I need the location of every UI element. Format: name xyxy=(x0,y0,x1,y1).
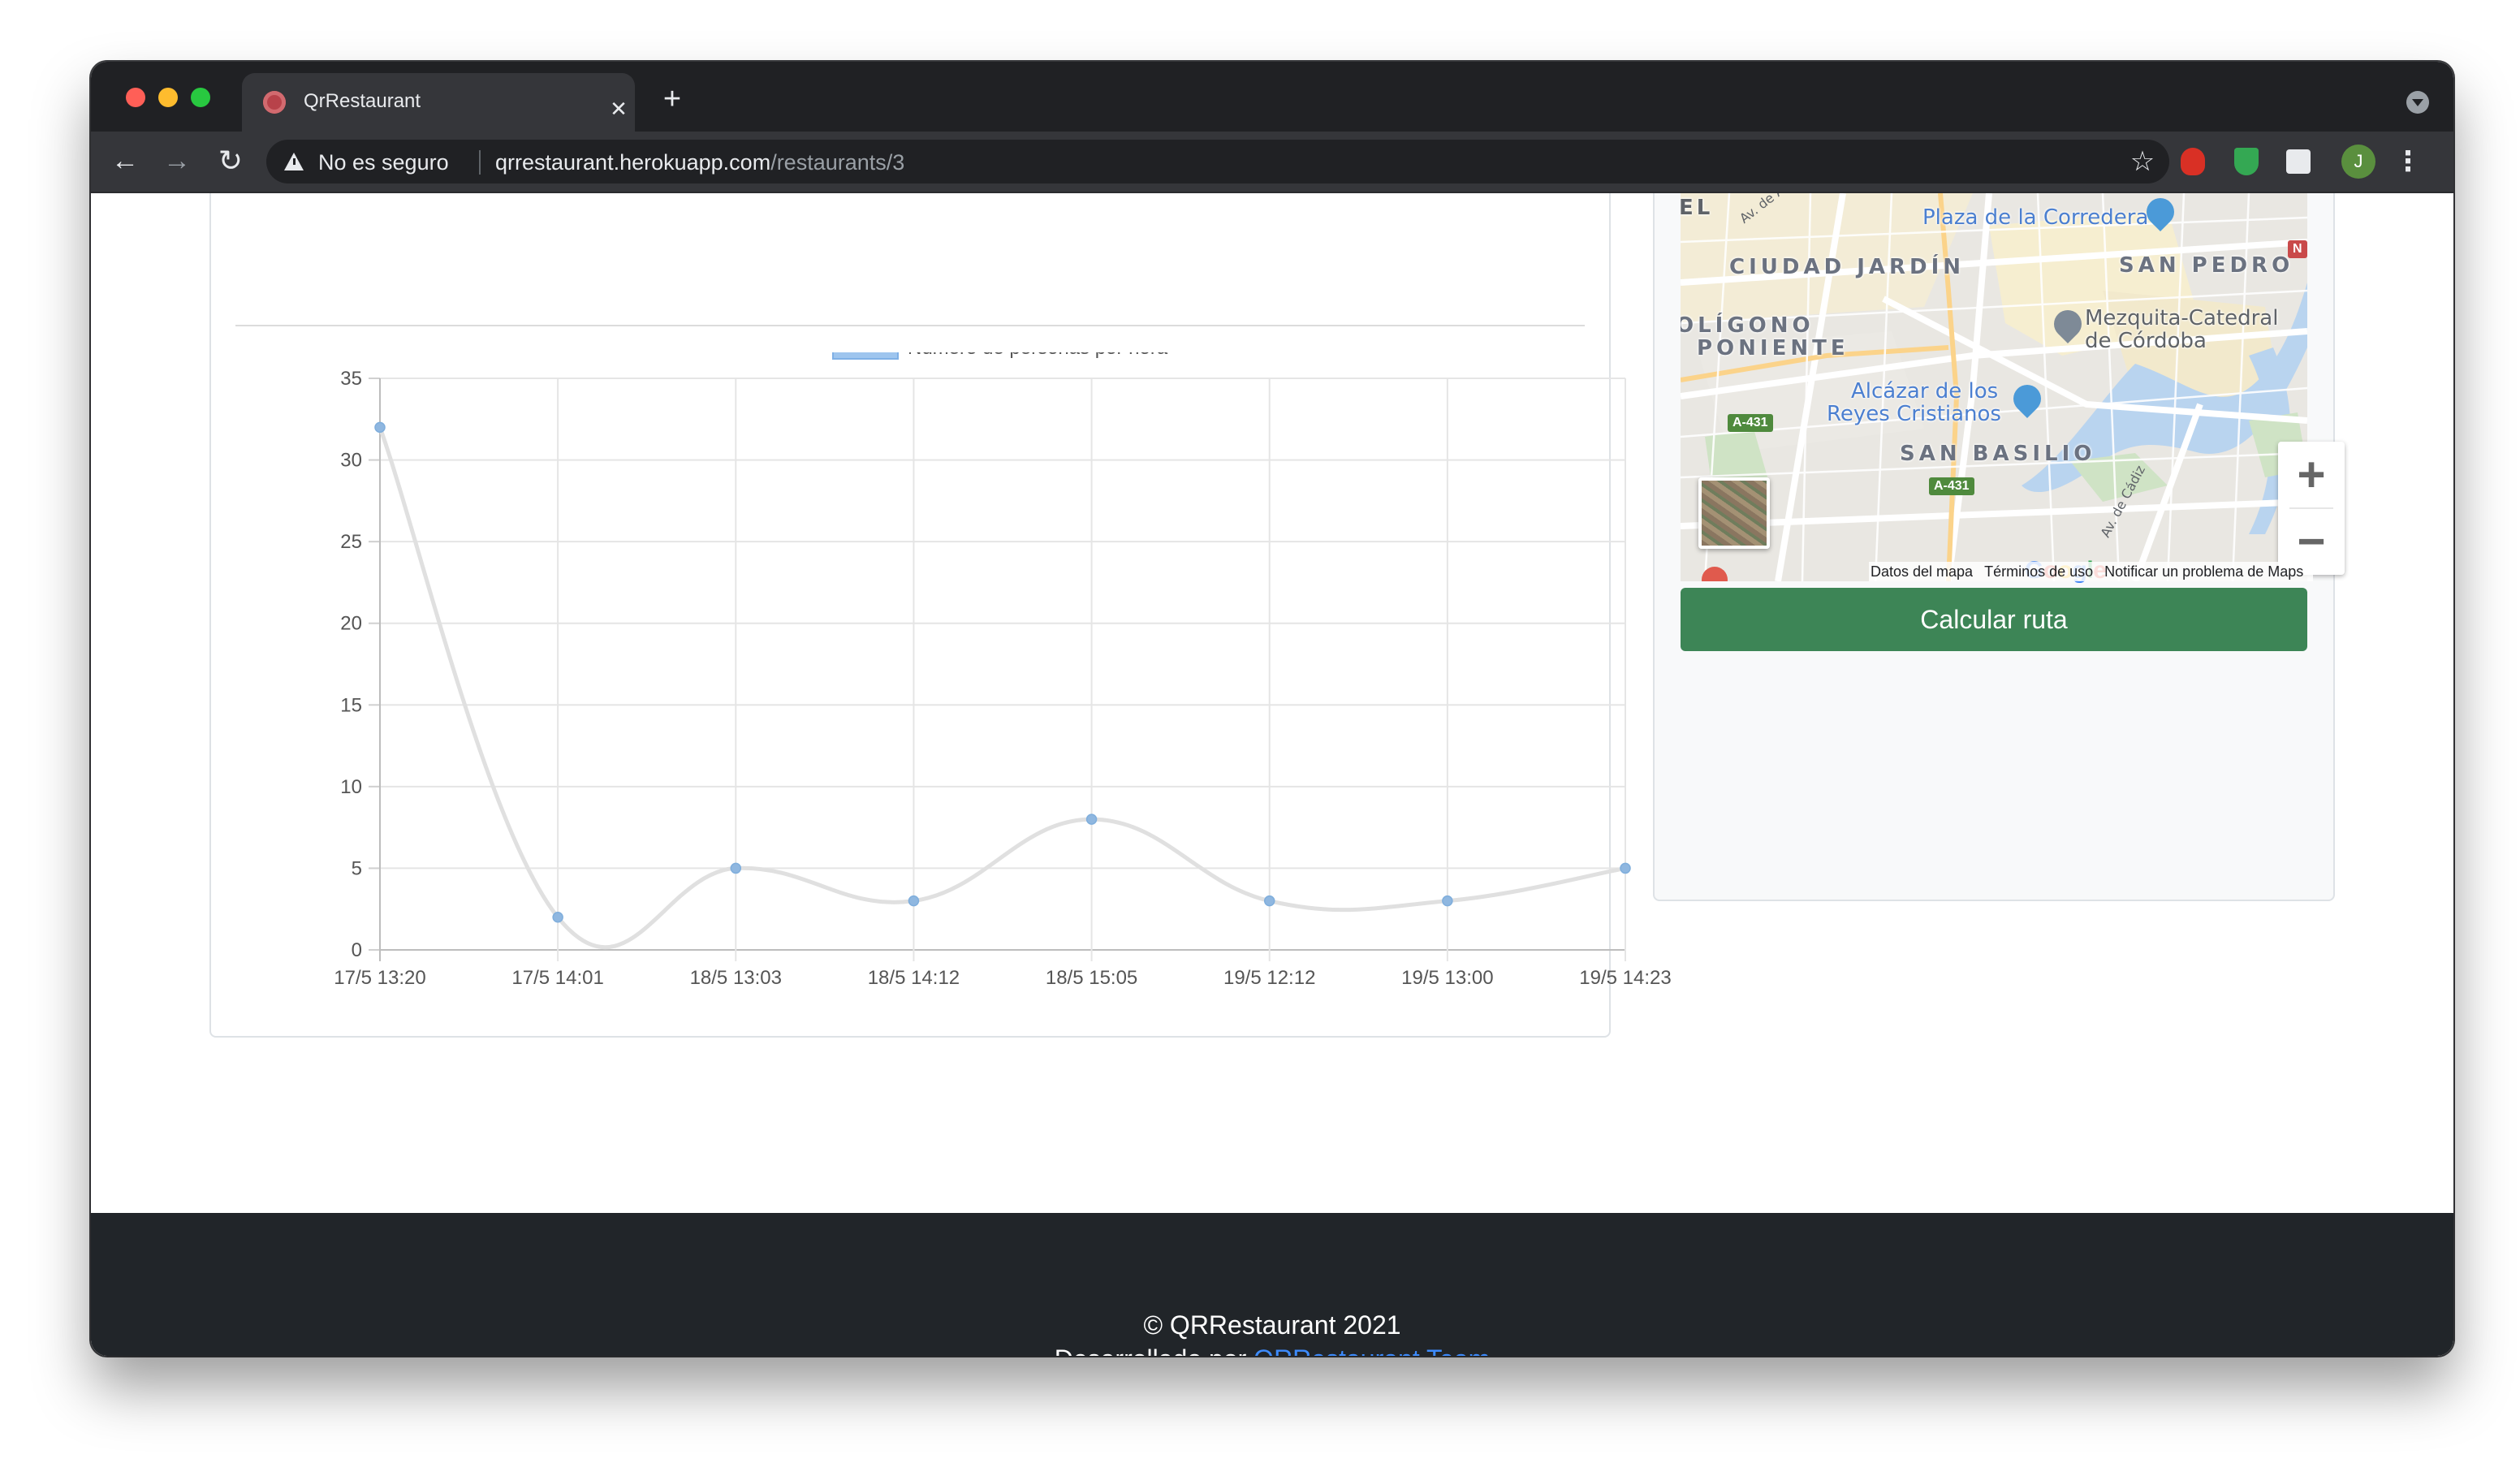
extension-adblock-icon[interactable] xyxy=(2181,148,2205,175)
maximize-window-button[interactable] xyxy=(191,88,210,107)
y-tick-label: 5 xyxy=(352,857,362,879)
x-tick-label: 18/5 14:12 xyxy=(868,967,960,989)
map-label-alcazar-1[interactable]: Alcázar de los xyxy=(1851,380,1998,403)
data-point xyxy=(374,421,386,434)
data-point xyxy=(1620,862,1631,874)
data-point xyxy=(908,895,920,907)
map-badge-n: N xyxy=(2288,240,2307,258)
zoom-in-button[interactable]: + xyxy=(2278,442,2345,508)
x-tick-label: 17/5 14:01 xyxy=(511,967,603,989)
extension-shield-icon[interactable] xyxy=(2234,148,2259,175)
browser-window: QrRestaurant ✕ + ← → ↻ No es seguro qrre… xyxy=(91,62,2453,1356)
people-per-hour-chart: Número de personas por hora 0 5 10 15 20 25 30… xyxy=(334,352,1672,989)
map-label-mezquita-2[interactable]: de Córdoba xyxy=(2085,330,2207,352)
footer-credits: Desarrollado por QRRestaurant Team xyxy=(91,1344,2453,1356)
x-tick-label: 17/5 13:20 xyxy=(334,967,425,989)
satellite-toggle[interactable] xyxy=(1698,477,1770,549)
footer-team-link[interactable]: QRRestaurant Team xyxy=(1254,1344,1490,1356)
legend-swatch xyxy=(832,352,899,360)
map-view[interactable]: EL Av. de A Plaza de la Corredera CIUDAD… xyxy=(1681,193,2307,581)
data-point xyxy=(730,862,742,874)
url-text[interactable]: qrrestaurant.herokuapp.com/restaurants/3 xyxy=(495,150,904,175)
y-tick-label: 35 xyxy=(340,368,362,390)
map-label-el: EL xyxy=(1681,196,1714,220)
page-viewport: Número de personas por hora 0 5 10 15 20 25 30… xyxy=(91,193,2453,1356)
footer-developed-label: Desarrollado por xyxy=(1055,1344,1247,1356)
series-line xyxy=(378,426,1626,950)
map-terms-link[interactable]: Términos de uso xyxy=(1984,563,2093,580)
map-road-a431-2: A-431 xyxy=(1929,477,1974,495)
x-tick-label: 19/5 12:12 xyxy=(1223,967,1315,989)
y-tick-label: 20 xyxy=(340,613,362,635)
tab-close-icon[interactable]: ✕ xyxy=(604,94,633,123)
tab-strip: QrRestaurant ✕ + xyxy=(91,62,2453,132)
map-label-poligono-1: OLÍGONO xyxy=(1681,313,1814,338)
calculate-route-button[interactable]: Calcular ruta xyxy=(1681,588,2307,651)
x-tick-label: 19/5 14:23 xyxy=(1579,967,1671,989)
data-point xyxy=(1085,813,1098,825)
desktop-background: QrRestaurant ✕ + ← → ↻ No es seguro qrre… xyxy=(0,0,2520,1463)
map-report-link[interactable]: Notificar un problema de Maps xyxy=(2104,563,2303,580)
favicon-icon xyxy=(263,91,286,114)
url-path: /restaurants/3 xyxy=(770,150,905,175)
map-road-a431-1: A-431 xyxy=(1728,414,1773,432)
profile-avatar[interactable]: J xyxy=(2341,145,2375,179)
map-label-san-pedro: SAN PEDRO xyxy=(2119,253,2294,278)
data-point xyxy=(552,912,563,923)
map-label-alcazar-2[interactable]: Reyes Cristianos xyxy=(1827,403,2001,425)
x-tick-label: 18/5 13:03 xyxy=(690,967,782,989)
warning-icon[interactable] xyxy=(284,153,304,170)
bookmark-star-icon[interactable]: ☆ xyxy=(2127,146,2158,177)
url-host: qrrestaurant.herokuapp.com xyxy=(495,150,771,175)
tab-search-icon[interactable] xyxy=(2406,91,2429,114)
map-zoom-controls: + − xyxy=(2278,442,2345,575)
page-footer: © QRRestaurant 2021 Desarrollado por QRR… xyxy=(91,1213,2453,1356)
reload-icon[interactable]: ↻ xyxy=(211,141,250,180)
x-tick-label: 19/5 13:00 xyxy=(1401,967,1493,989)
address-divider xyxy=(479,150,481,175)
map-label-mezquita-1[interactable]: Mezquita-Catedral xyxy=(2085,307,2278,330)
browser-menu-icon[interactable]: ⋮ xyxy=(2393,141,2423,182)
y-tick-label: 15 xyxy=(340,694,362,716)
card-divider xyxy=(235,325,1585,326)
tab-qrrestaurant[interactable]: QrRestaurant ✕ xyxy=(242,73,635,132)
browser-toolbar: ← → ↻ No es seguro qrrestaurant.herokuap… xyxy=(91,132,2453,193)
address-bar[interactable]: No es seguro qrrestaurant.herokuapp.com/… xyxy=(266,140,2169,183)
tab-title: QrRestaurant xyxy=(304,90,421,112)
y-tick-label: 0 xyxy=(352,939,362,961)
security-status[interactable]: No es seguro xyxy=(318,150,449,175)
map-label-poligono-2: PONIENTE xyxy=(1697,336,1849,360)
footer-copyright: © QRRestaurant 2021 xyxy=(1143,1310,1401,1340)
data-point xyxy=(1263,895,1275,907)
y-tick-label: 10 xyxy=(340,776,362,798)
map-label-plaza[interactable]: Plaza de la Corredera xyxy=(1922,206,2148,229)
minimize-window-button[interactable] xyxy=(158,88,178,107)
data-point xyxy=(1442,895,1453,907)
y-tick-label: 30 xyxy=(340,450,362,472)
legend-label: Número de personas por hora xyxy=(908,352,1168,359)
y-tick-label: 25 xyxy=(340,531,362,553)
map-label-ciudad-jardin: CIUDAD JARDÍN xyxy=(1729,255,1966,279)
extensions-puzzle-icon[interactable] xyxy=(2286,149,2311,174)
close-window-button[interactable] xyxy=(126,88,145,107)
new-tab-button[interactable]: + xyxy=(654,81,690,117)
back-icon[interactable]: ← xyxy=(106,141,145,180)
map-attribution: Datos del mapa Términos de uso Notificar u… xyxy=(1869,562,2314,581)
forward-icon[interactable]: → xyxy=(158,141,196,180)
map-data-link[interactable]: Datos del mapa xyxy=(1871,563,1973,580)
x-tick-label: 18/5 15:05 xyxy=(1046,967,1137,989)
map-label-san-basilio: SAN BASILIO xyxy=(1900,442,2096,466)
